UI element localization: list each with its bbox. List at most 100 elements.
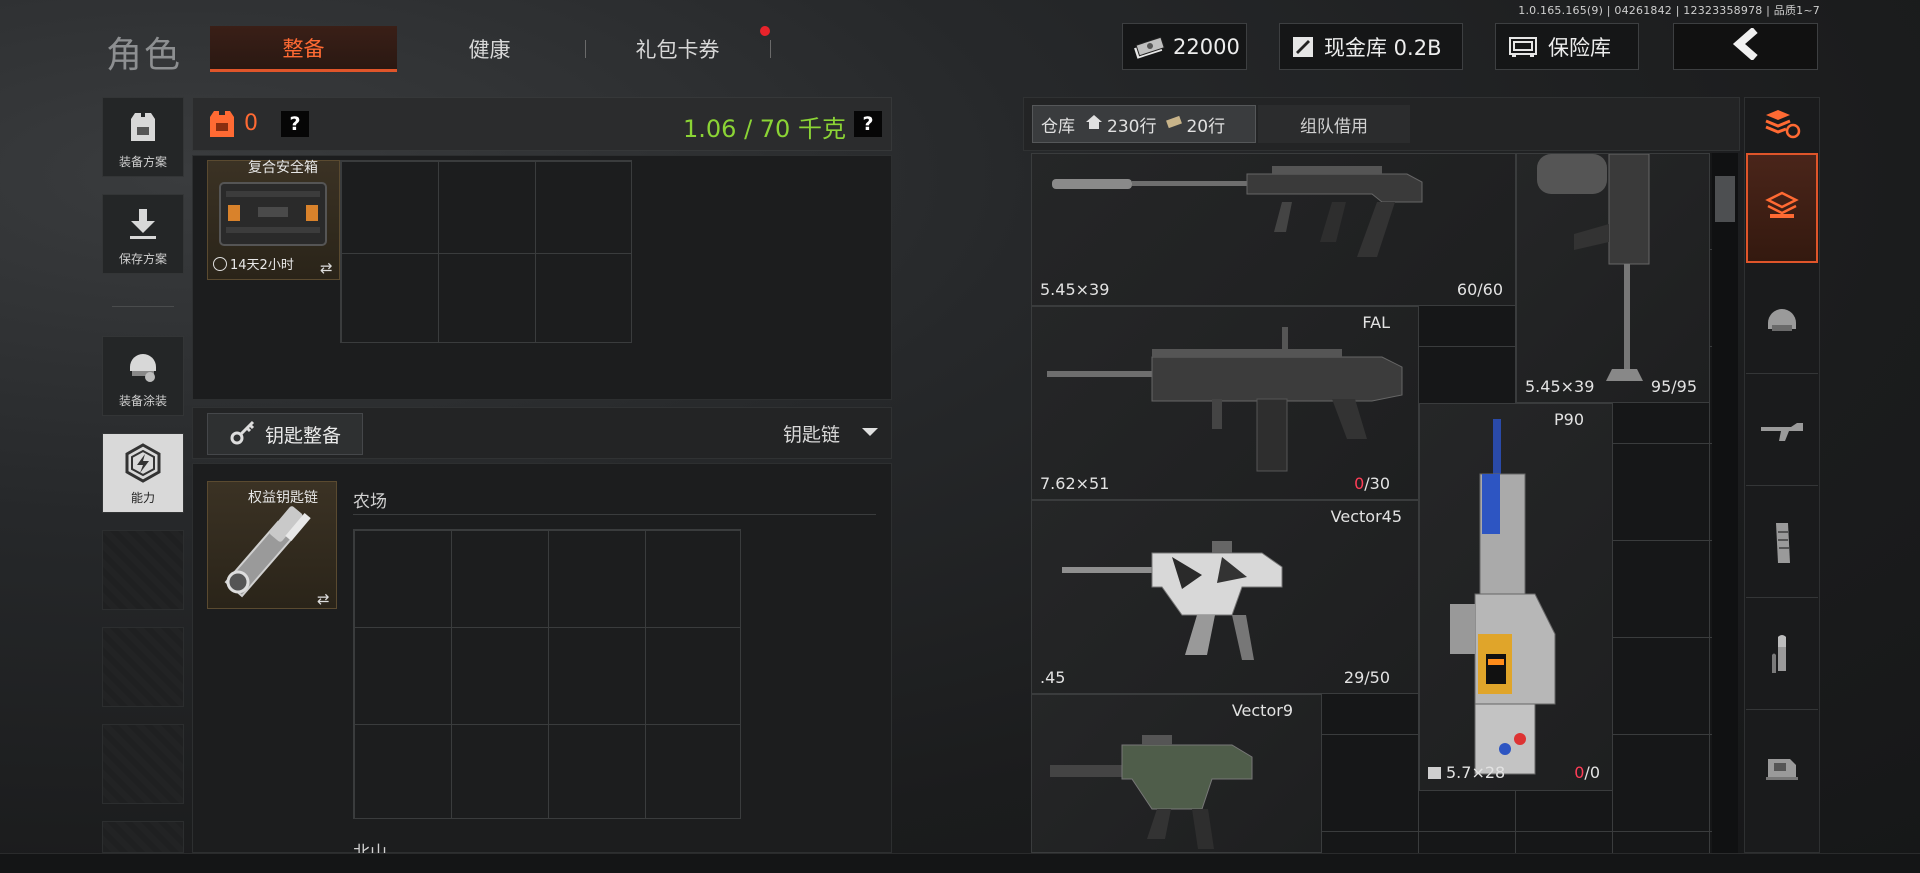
weight-help-button[interactable]: ? [854,111,882,137]
filter-magazine[interactable] [1746,492,1818,598]
sort-refresh-icon [1762,109,1802,143]
tab-gift-vouchers[interactable]: 礼包卡券 [590,26,765,72]
key-loadout-label: 钥匙整备 [264,424,341,447]
warehouse-tab-label: 仓库 [1041,116,1075,137]
item-name: FAL [1362,313,1390,332]
farm-key-grid[interactable] [353,529,741,819]
item-ammo: 95/95 [1650,377,1697,396]
item-name: Vector45 [1330,507,1402,526]
cash-stack-icon [1133,34,1165,60]
download-icon [121,204,165,244]
warehouse-item-rifle-545-drum[interactable]: 5.45×39 95/95 [1516,153,1710,403]
safe-vault-button[interactable]: 保险库 [1495,23,1639,70]
scrollbar-thumb[interactable] [1715,176,1735,222]
key-loadout-button[interactable]: 钥匙整备 [207,413,363,455]
timer-text: 14天2小时 [230,258,294,273]
helmet-paint-icon [121,346,165,386]
sidebar-empty-slot [102,627,184,707]
money-display[interactable]: 22000 [1122,23,1247,70]
ammo-box-icon [1428,767,1441,779]
p90-smg-icon [1450,419,1556,775]
item-ammo: 0/0 [1574,763,1600,782]
item-name: Vector9 [1231,701,1293,720]
tab-divider [770,40,771,58]
sort-refresh-button[interactable] [1746,100,1818,152]
ability-hexagon-icon [121,443,165,483]
item-ammo: 29/50 [1343,668,1390,687]
item-caliber: 5.45×39 [1525,377,1595,396]
vector-smg-camo-icon [1062,541,1283,660]
filter-rifle[interactable] [1746,380,1818,486]
item-name: P90 [1553,410,1584,429]
sidebar-item-label: 装备方案 [118,155,167,169]
warehouse-scrollbar[interactable] [1712,153,1738,853]
back-button[interactable] [1673,23,1818,70]
rifle-icon [1759,417,1805,449]
swap-icon[interactable]: ⇄ [317,590,330,608]
filter-scope[interactable] [1746,716,1818,822]
item-caliber: 5.7×28 [1428,763,1505,782]
clock-icon [213,257,227,271]
tab-label: 整备 [282,36,325,61]
ammo-max: /30 [1364,474,1390,493]
sidebar-empty-slot [102,821,184,853]
save-plan-button[interactable]: 保存方案 [102,194,184,274]
ammo-current: 0 [1574,763,1585,782]
team-borrow-tab[interactable]: 组队借用 [1258,105,1410,143]
section-divider [353,514,876,515]
warehouse-item-fal[interactable]: FAL 7.62×51 0/30 [1031,306,1419,500]
sidebar-item-label: 装备涂装 [118,394,167,408]
tab-health[interactable]: 健康 [412,26,567,72]
armor-count: 0 [244,111,258,136]
tab-divider [585,40,586,58]
key-icon [229,418,257,451]
swap-icon[interactable]: ⇄ [320,259,333,277]
equipment-paint-button[interactable]: 装备涂装 [102,336,184,416]
warehouse-rows-main: 230行 [1107,116,1157,137]
item-caliber: 7.62×51 [1040,474,1110,493]
safe-vault-label: 保险库 [1548,35,1611,60]
item-ammo: 0/30 [1354,474,1390,493]
sidebar-item-label: 能力 [130,491,155,505]
weight-capacity: 1.06 / 70 千克 [683,115,846,143]
ability-button[interactable]: 能力 [102,433,184,513]
magazine-icon [1770,521,1794,569]
loadout-plan-button[interactable]: 装备方案 [102,97,184,177]
cash-vault-label: 现金库 0.2B [1324,35,1442,60]
secure-case-timer: 14天2小时 [213,254,294,273]
cash-vault-button[interactable]: 现金库 0.2B [1279,23,1463,70]
item-caliber-text: 5.7×28 [1446,763,1506,782]
ammo-current: 0 [1354,474,1365,493]
warehouse-item-vector9[interactable]: Vector9 [1031,694,1322,853]
filter-ammo[interactable] [1746,604,1818,710]
ammo-max: /0 [1584,763,1600,782]
all-layers-icon [1764,190,1800,226]
key-section-farm: 农场 [353,492,387,512]
tab-label: 健康 [468,38,511,62]
secure-case-grid[interactable] [340,160,632,343]
vest-loadout-icon [121,107,165,147]
item-ammo: 60/60 [1456,280,1503,299]
money-amount: 22000 [1173,34,1240,59]
sidebar-empty-slot [102,724,184,804]
item-caliber: .45 [1040,668,1066,687]
assault-rifle-rotated-icon [1537,154,1650,381]
keychain-name: 权益钥匙链 [248,490,318,506]
filter-all[interactable] [1746,153,1818,263]
ammo-icon [1770,633,1794,681]
armor-help-button[interactable]: ? [281,111,309,137]
keychain-dropdown[interactable]: 钥匙链 [783,420,880,447]
warehouse-rows-extra: 20行 [1186,116,1226,137]
warehouse-item-p90[interactable]: P90 5.7×28 0/0 [1419,403,1613,791]
sidebar-empty-slot [102,530,184,610]
warehouse-item-vector45[interactable]: Vector45 .45 29/50 [1031,500,1419,694]
sidebar-item-label: 保存方案 [118,252,167,266]
notification-dot [760,26,770,36]
scope-icon [1762,751,1802,787]
safe-box-icon [1506,34,1540,60]
warehouse-item-rifle-545[interactable]: 5.45×39 60/60 [1031,153,1516,306]
vault-card-icon [1290,34,1316,60]
filter-helmet[interactable] [1746,268,1818,374]
warehouse-tab[interactable]: 仓库 230行 20行 [1032,105,1256,143]
tab-equipment[interactable]: 整备 [210,26,397,72]
